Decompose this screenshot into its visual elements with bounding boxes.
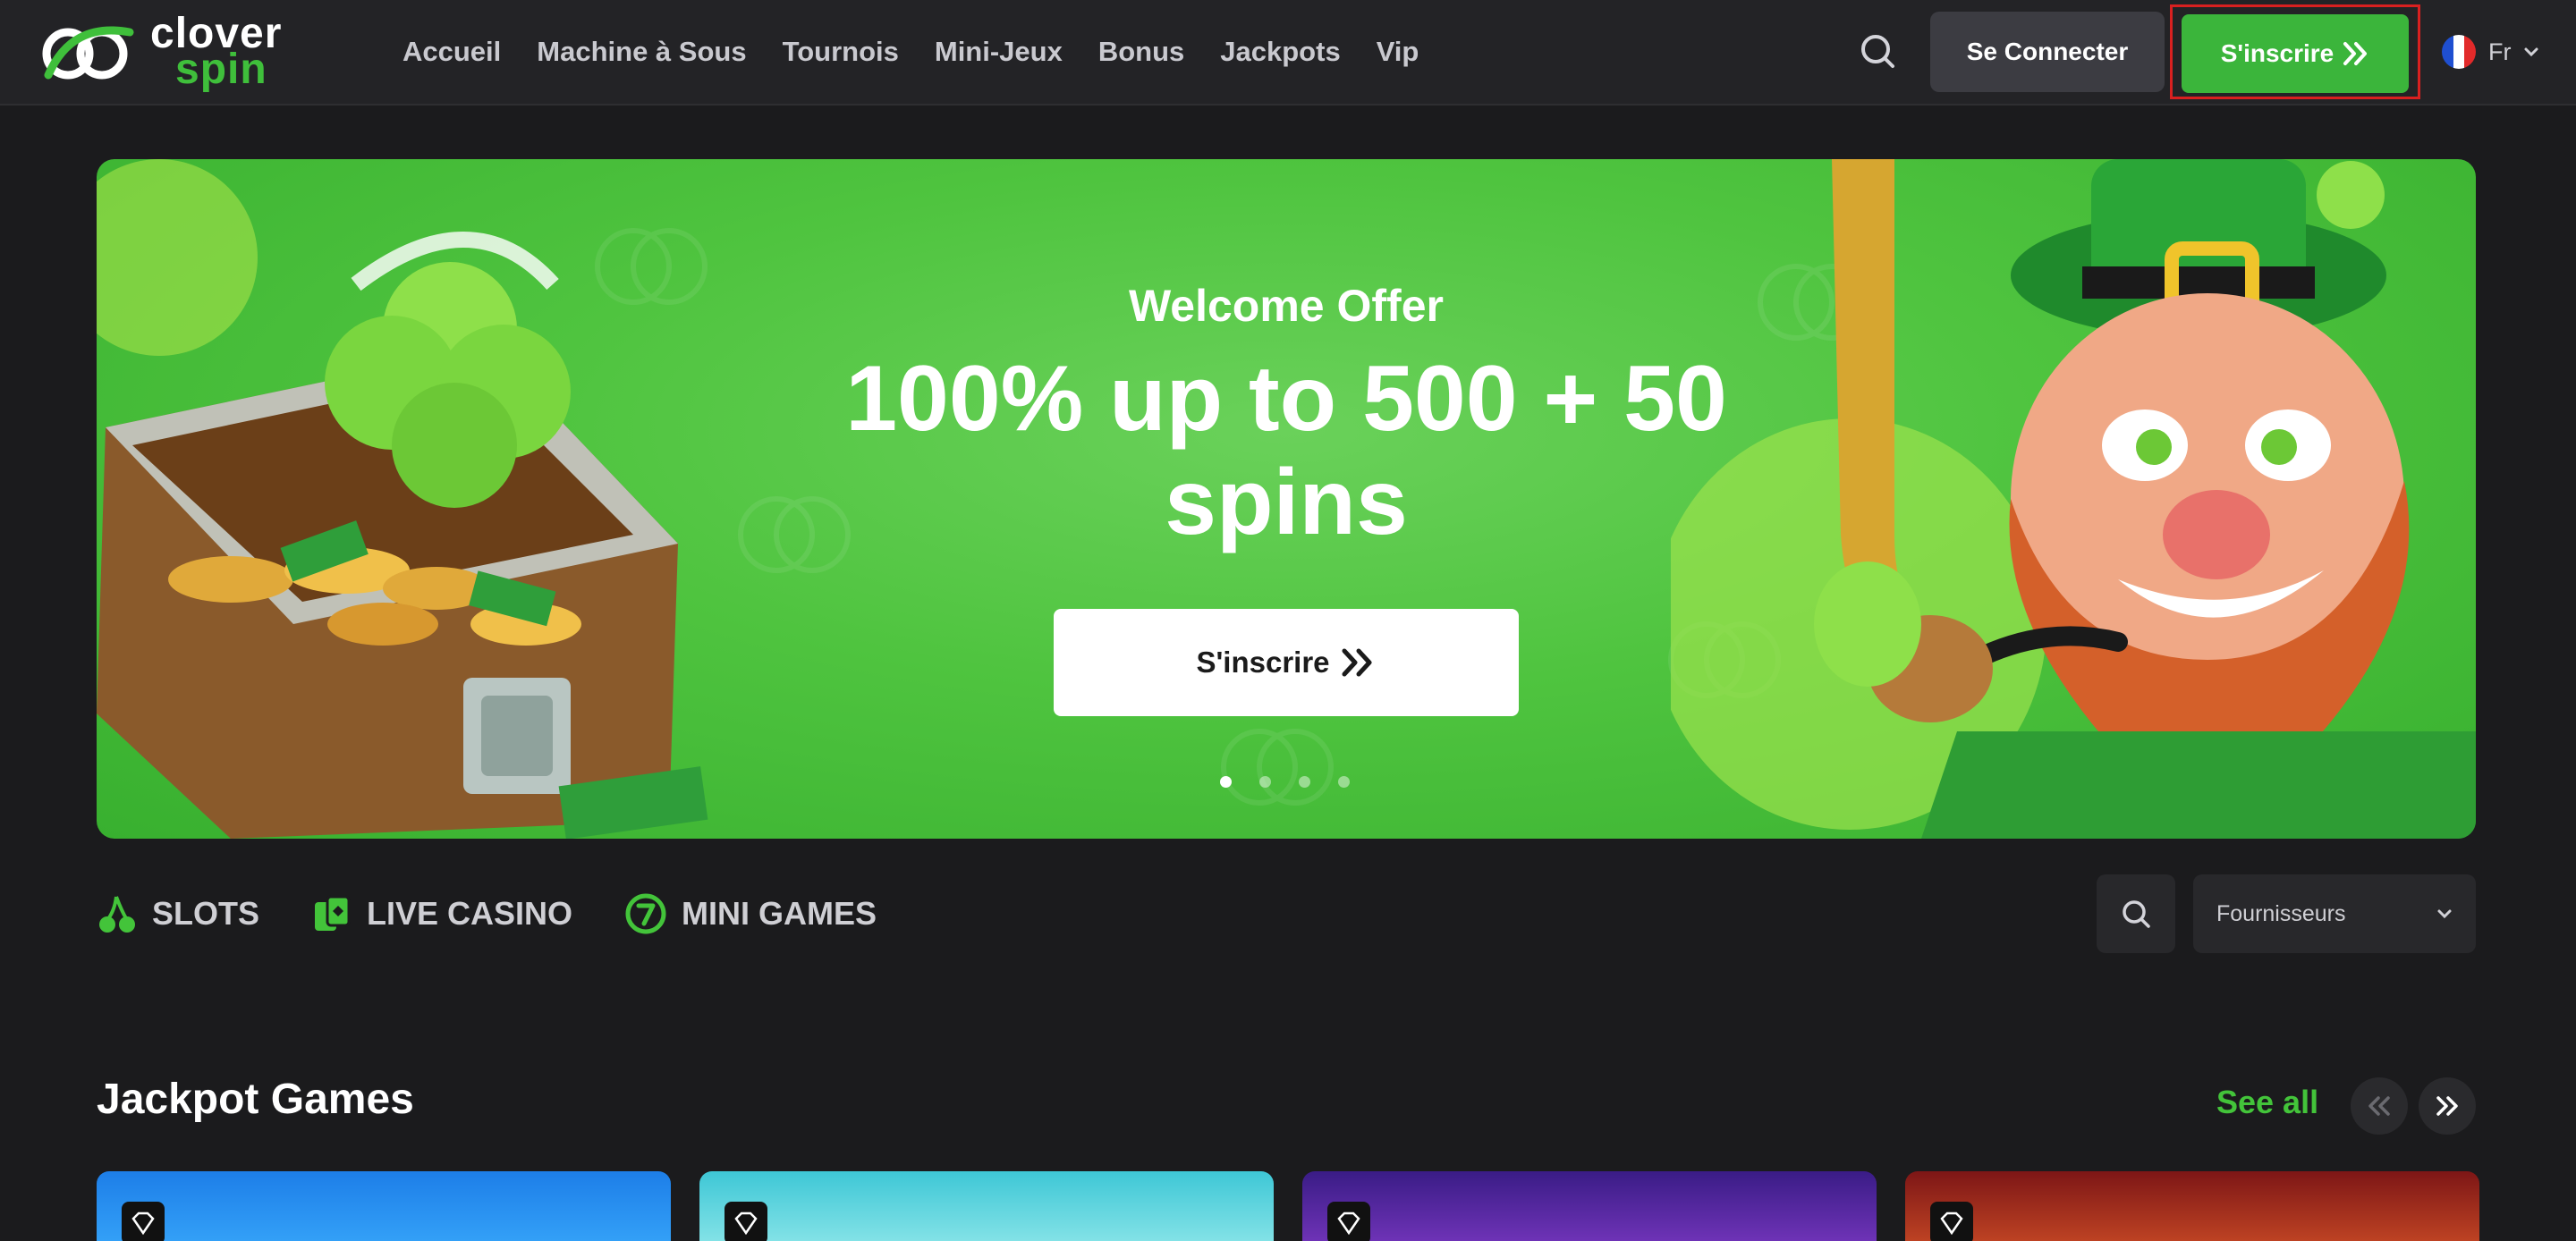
nav-item-bonus[interactable]: Bonus — [1098, 36, 1184, 68]
tab-live-casino[interactable]: LIVE CASINO — [311, 893, 572, 934]
jackpot-badge — [1930, 1202, 1973, 1241]
jackpot-badge — [122, 1202, 165, 1241]
hero-signup-button[interactable]: S'inscrire — [1054, 609, 1519, 716]
tab-slots[interactable]: SLOTS — [97, 893, 259, 934]
providers-dropdown-label: Fournisseurs — [2216, 900, 2346, 926]
carousel-next-button[interactable] — [2419, 1077, 2476, 1135]
nav-item-tournois[interactable]: Tournois — [783, 36, 899, 68]
tab-mini-games-label: MINI GAMES — [682, 895, 877, 932]
diamond-icon — [131, 1211, 155, 1235]
chevron-down-icon — [2437, 909, 2452, 919]
carousel-dot-3[interactable] — [1299, 776, 1310, 788]
language-label: Fr — [2488, 38, 2512, 65]
tab-slots-label: SLOTS — [152, 895, 260, 932]
nav-item-jackpots[interactable]: Jackpots — [1220, 36, 1340, 68]
cherry-icon — [99, 896, 135, 933]
carousel-dot-4[interactable] — [1338, 776, 1350, 788]
nav-item-vip[interactable]: Vip — [1377, 36, 1419, 68]
language-selector[interactable]: Fr — [2442, 32, 2539, 72]
double-chevron-right-icon — [1342, 648, 1372, 677]
treasure-chest-illustration — [97, 159, 708, 839]
category-tabs: SLOTS LIVE CASINO MINI GAMES — [97, 887, 877, 941]
diamond-icon — [1940, 1211, 1963, 1235]
jackpot-badge — [1327, 1202, 1370, 1241]
main-nav: Accueil Machine à Sous Tournois Mini-Jeu… — [402, 0, 1419, 104]
cards-icon — [315, 895, 351, 931]
signup-button[interactable]: S'inscrire — [2182, 14, 2409, 93]
signup-button-label: S'inscrire — [2220, 39, 2334, 67]
providers-dropdown[interactable]: Fournisseurs — [2193, 874, 2476, 953]
diamond-icon — [734, 1211, 758, 1235]
jackpot-badge — [724, 1202, 767, 1241]
search-icon — [2123, 900, 2150, 928]
logo-wordmark: clover spin — [150, 13, 282, 93]
nav-item-mini-jeux[interactable]: Mini-Jeux — [935, 36, 1063, 68]
signup-highlight-frame: S'inscrire — [2170, 4, 2420, 99]
double-chevron-right-icon — [2436, 1096, 2458, 1116]
double-chevron-right-icon — [2343, 42, 2368, 65]
diamond-icon — [1337, 1211, 1360, 1235]
carousel-prev-button[interactable] — [2351, 1077, 2408, 1135]
hero-banner[interactable]: Welcome Offer 100% up to 500 + 50 spins … — [97, 159, 2476, 839]
hero-subtitle: Welcome Offer — [1129, 281, 1444, 331]
jackpot-game-card-2[interactable] — [699, 1171, 1274, 1241]
nav-item-accueil[interactable]: Accueil — [402, 36, 501, 68]
jackpot-section-title: Jackpot Games — [97, 1076, 414, 1123]
clover-logo-icon — [42, 26, 134, 80]
see-all-link[interactable]: See all — [2216, 1084, 2318, 1121]
nav-item-machine-a-sous[interactable]: Machine à Sous — [537, 36, 746, 68]
tab-live-casino-label: LIVE CASINO — [367, 895, 573, 932]
header-search-button[interactable] — [1852, 27, 1905, 77]
tab-mini-games[interactable]: MINI GAMES — [624, 892, 877, 935]
double-chevron-left-icon — [2368, 1096, 2390, 1116]
leprechaun-illustration — [1671, 159, 2476, 839]
carousel-dot-1[interactable] — [1220, 776, 1232, 788]
hero-title: 100% up to 500 + 50 spins — [845, 347, 1727, 554]
carousel-dots — [1220, 776, 1350, 788]
clover-spin-logo[interactable]: clover spin — [36, 13, 322, 93]
chevron-down-icon — [2524, 47, 2538, 57]
carousel-dot-2[interactable] — [1259, 776, 1271, 788]
jackpot-game-card-1[interactable] — [97, 1171, 671, 1241]
jackpot-game-card-3[interactable] — [1302, 1171, 1877, 1241]
seven-coin-icon — [625, 893, 666, 934]
search-icon — [1861, 35, 1894, 68]
login-button[interactable]: Se Connecter — [1930, 12, 2165, 92]
france-flag-icon — [2442, 35, 2476, 69]
top-header: clover spin Accueil Machine à Sous Tourn… — [0, 0, 2576, 106]
hero-signup-label: S'inscrire — [1196, 646, 1330, 679]
game-search-button[interactable] — [2097, 874, 2175, 953]
jackpot-game-card-4[interactable] — [1905, 1171, 2479, 1241]
logo-line-2: spin — [175, 46, 267, 93]
